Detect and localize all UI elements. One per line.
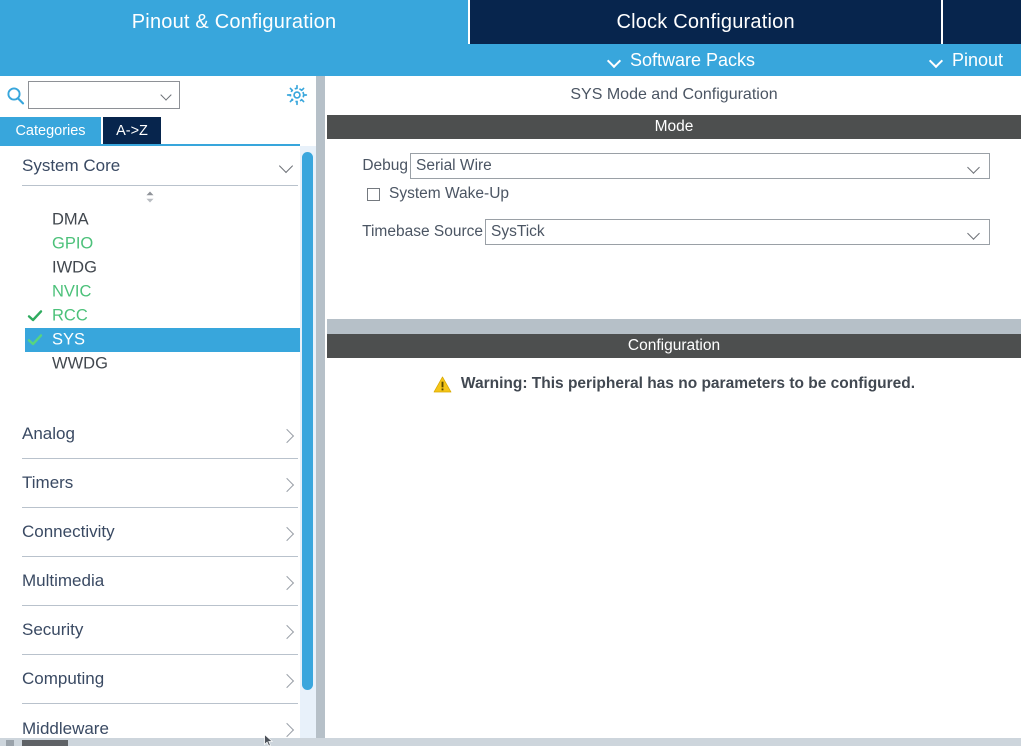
gear-icon[interactable] bbox=[286, 84, 308, 106]
configuration-section-header: Configuration bbox=[327, 334, 1021, 358]
list-scroll-spinner[interactable] bbox=[0, 186, 318, 208]
peripheral-item-nvic-label: NVIC bbox=[52, 282, 92, 301]
chevron-right-icon bbox=[282, 527, 292, 541]
tab-a-to-z-label: A->Z bbox=[116, 122, 148, 139]
sidebar-category-connectivity-label: Connectivity bbox=[22, 522, 115, 541]
peripheral-item-rcc-label: RCC bbox=[52, 306, 88, 325]
menu-pinout-label: Pinout bbox=[952, 49, 1004, 70]
peripheral-item-sys-label: SYS bbox=[52, 330, 86, 349]
tab-clock-configuration-label: Clock Configuration bbox=[616, 10, 795, 33]
warning-message: Warning: This peripheral has no paramete… bbox=[327, 375, 1021, 393]
tab-pinout-configuration-label: Pinout & Configuration bbox=[131, 10, 337, 33]
peripheral-item-gpio-label: GPIO bbox=[52, 234, 94, 253]
sidebar-category-middleware-label: Middleware bbox=[22, 718, 109, 738]
configuration-panel: SYS Mode and Configuration Mode Debug Se… bbox=[327, 76, 1021, 746]
chevron-right-icon bbox=[282, 576, 292, 590]
mode-section-header-label: Mode bbox=[654, 118, 694, 135]
up-down-spinner-icon bbox=[142, 189, 158, 205]
timebase-source-select[interactable]: SysTick bbox=[485, 219, 990, 245]
menu-software-packs-label: Software Packs bbox=[630, 49, 756, 70]
chevron-right-icon bbox=[282, 625, 292, 639]
sidebar-category-security[interactable]: Security bbox=[22, 606, 298, 655]
check-icon bbox=[27, 332, 43, 348]
tab-pinout-configuration[interactable]: Pinout & Configuration bbox=[0, 0, 469, 44]
chevron-down-icon bbox=[280, 161, 294, 170]
peripheral-item-wwdg-label: WWDG bbox=[52, 354, 108, 373]
debug-select-value: Serial Wire bbox=[416, 157, 492, 174]
chevron-down-icon bbox=[161, 91, 172, 98]
field-system-wake-up[interactable]: System Wake-Up bbox=[367, 185, 509, 203]
peripheral-item-sys[interactable]: SYS bbox=[25, 328, 301, 352]
configuration-section-body: Warning: This peripheral has no paramete… bbox=[327, 358, 1021, 746]
warning-triangle-icon bbox=[433, 376, 452, 393]
peripheral-item-wwdg[interactable]: WWDG bbox=[0, 352, 318, 376]
frame-nub bbox=[22, 740, 68, 746]
configuration-section-header-label: Configuration bbox=[627, 337, 721, 354]
sidebar-category-multimedia-label: Multimedia bbox=[22, 571, 105, 590]
chevron-right-icon bbox=[282, 478, 292, 492]
field-timebase-source-label: Timebase Source bbox=[362, 223, 483, 240]
sidebar-category-multimedia[interactable]: Multimedia bbox=[22, 557, 298, 606]
sidebar-category-analog-label: Analog bbox=[22, 424, 75, 443]
sidebar-category-security-label: Security bbox=[22, 620, 84, 639]
peripheral-item-iwdg[interactable]: IWDG bbox=[0, 256, 318, 280]
chevron-down-icon bbox=[930, 56, 943, 64]
sidebar-category-connectivity[interactable]: Connectivity bbox=[22, 508, 298, 557]
menu-pinout[interactable]: Pinout bbox=[930, 44, 1003, 76]
chevron-down-icon bbox=[968, 229, 980, 237]
sidebar-category-timers[interactable]: Timers bbox=[22, 459, 298, 508]
tab-third-partial[interactable] bbox=[943, 0, 1021, 44]
chevron-right-icon bbox=[282, 674, 292, 688]
warning-message-text: Warning: This peripheral has no paramete… bbox=[460, 375, 916, 392]
section-separator bbox=[327, 319, 1021, 334]
peripheral-item-iwdg-label: IWDG bbox=[52, 258, 97, 277]
field-debug: Debug Serial Wire bbox=[358, 153, 990, 179]
secondary-menu-bar: Software Packs Pinout bbox=[0, 44, 1021, 76]
chevron-down-icon bbox=[968, 163, 980, 171]
peripheral-item-dma-label: DMA bbox=[52, 210, 89, 229]
peripheral-item-gpio[interactable]: GPIO bbox=[0, 232, 318, 256]
stm32cubemx-window: Pinout & Configuration Clock Configurati… bbox=[0, 0, 1021, 746]
mode-section-header: Mode bbox=[327, 115, 1021, 139]
mode-section-body: Debug Serial Wire System Wake-Up Timebas… bbox=[327, 139, 1021, 319]
peripheral-item-dma[interactable]: DMA bbox=[0, 208, 318, 232]
system-wake-up-label: System Wake-Up bbox=[389, 185, 510, 202]
search-icon bbox=[6, 86, 26, 106]
check-icon bbox=[27, 308, 43, 324]
sidebar-category-timers-label: Timers bbox=[22, 473, 74, 492]
field-debug-label: Debug bbox=[362, 157, 408, 174]
window-bottom-frame bbox=[0, 738, 1021, 746]
sidebar-category-system-core[interactable]: System Core bbox=[22, 146, 298, 186]
sidebar-category-computing-label: Computing bbox=[22, 669, 105, 688]
chevron-right-icon bbox=[282, 723, 292, 737]
sidebar-category-analog[interactable]: Analog bbox=[22, 410, 298, 459]
tab-categories[interactable]: Categories bbox=[0, 117, 101, 144]
panel-divider bbox=[316, 76, 325, 746]
peripheral-items: DMA GPIO IWDG NVIC RCC SYS WWDG bbox=[0, 208, 318, 376]
mouse-cursor bbox=[264, 733, 274, 746]
peripheral-tree: System Core DMA GPIO IWDG NVIC RCC SYS W… bbox=[0, 146, 318, 746]
chevron-down-icon bbox=[608, 56, 621, 64]
sidebar-view-tabs: Categories A->Z bbox=[0, 117, 318, 144]
menu-software-packs[interactable]: Software Packs bbox=[608, 44, 755, 76]
debug-select[interactable]: Serial Wire bbox=[410, 153, 990, 179]
sidebar-category-system-core-label: System Core bbox=[22, 155, 121, 175]
main-tab-bar: Pinout & Configuration Clock Configurati… bbox=[0, 0, 1021, 44]
sidebar-category-computing[interactable]: Computing bbox=[22, 655, 298, 704]
chevron-right-icon bbox=[282, 429, 292, 443]
tab-clock-configuration[interactable]: Clock Configuration bbox=[470, 0, 942, 44]
field-timebase-source: Timebase Source SysTick bbox=[358, 219, 990, 245]
timebase-source-select-value: SysTick bbox=[491, 223, 545, 240]
sidebar-scrollbar-thumb[interactable] bbox=[302, 152, 313, 690]
peripheral-item-rcc[interactable]: RCC bbox=[0, 304, 318, 328]
peripheral-item-nvic[interactable]: NVIC bbox=[0, 280, 318, 304]
page-title: SYS Mode and Configuration bbox=[570, 86, 778, 103]
tab-categories-label: Categories bbox=[15, 122, 86, 139]
peripheral-search-input[interactable] bbox=[28, 81, 180, 109]
system-wake-up-checkbox[interactable] bbox=[367, 187, 380, 201]
tab-a-to-z[interactable]: A->Z bbox=[103, 117, 161, 144]
frame-nub-small bbox=[6, 740, 14, 746]
